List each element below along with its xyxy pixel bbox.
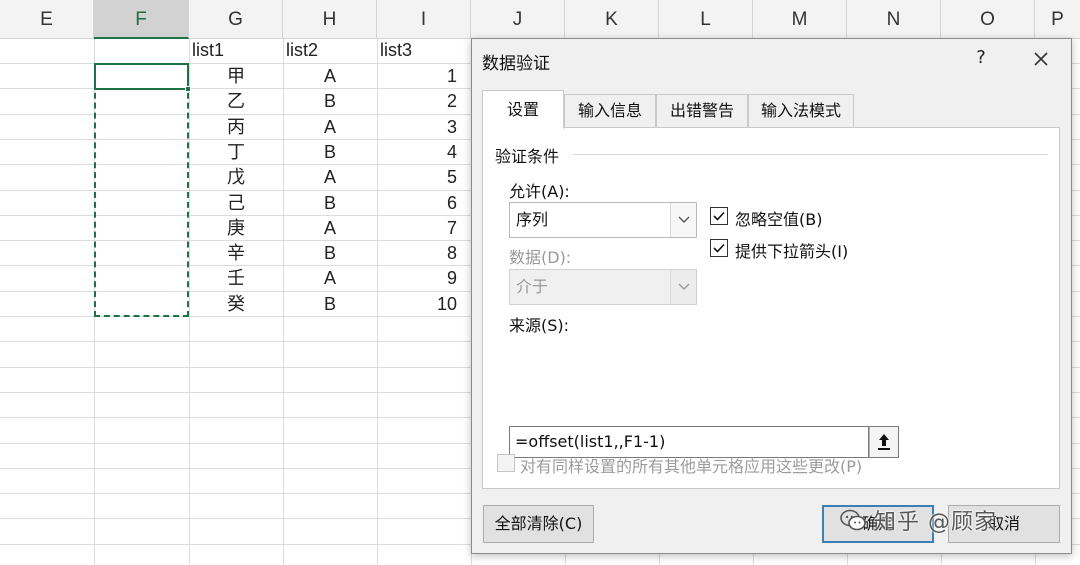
clear-all-button[interactable]: 全部清除(C) bbox=[483, 505, 594, 543]
cell-i9[interactable]: 8 bbox=[377, 241, 471, 266]
cell-g4[interactable]: 丙 bbox=[189, 115, 283, 140]
cell-g2[interactable]: 甲 bbox=[189, 64, 283, 89]
cell-g1[interactable]: list1 bbox=[189, 38, 283, 63]
close-icon[interactable] bbox=[1028, 45, 1054, 73]
column-header-i[interactable]: I bbox=[377, 0, 471, 39]
cell-h1[interactable]: list2 bbox=[283, 38, 377, 63]
in-cell-dropdown-label[interactable]: 提供下拉箭头(I) bbox=[735, 238, 848, 262]
cell-h3[interactable]: B bbox=[283, 89, 377, 114]
cell-i5[interactable]: 4 bbox=[377, 140, 471, 165]
cell-g10[interactable]: 壬 bbox=[189, 266, 283, 291]
data-dropdown: 介于 bbox=[509, 269, 697, 305]
copy-marquee bbox=[94, 63, 189, 317]
cell-i1[interactable]: list3 bbox=[377, 38, 471, 63]
dialog-title: 数据验证 bbox=[482, 54, 550, 74]
watermark: 知乎 @顾家 bbox=[838, 503, 997, 537]
allow-dropdown-value: 序列 bbox=[516, 210, 549, 229]
cell-h11[interactable]: B bbox=[283, 292, 377, 317]
chevron-down-icon[interactable] bbox=[670, 203, 696, 237]
apply-all-checkbox bbox=[497, 454, 515, 472]
cell-h7[interactable]: B bbox=[283, 191, 377, 216]
ignore-blank-checkbox[interactable] bbox=[710, 207, 728, 225]
column-header-p[interactable]: P bbox=[1035, 0, 1080, 39]
cell-i10[interactable]: 9 bbox=[377, 266, 471, 291]
cell-g11[interactable]: 癸 bbox=[189, 292, 283, 317]
cell-h6[interactable]: A bbox=[283, 165, 377, 190]
validation-criteria-title: 验证条件 bbox=[495, 143, 564, 167]
cell-g3[interactable]: 乙 bbox=[189, 89, 283, 114]
data-validation-dialog: 数据验证 ? 设置 输入信息 出错警告 输入法模式 验证条件 允许(A): 序列… bbox=[471, 38, 1072, 554]
cell-h5[interactable]: B bbox=[283, 140, 377, 165]
settings-panel: 验证条件 允许(A): 序列 忽略空值(B) 提供下拉箭头(I) 数据(D): … bbox=[482, 127, 1060, 489]
cell-g9[interactable]: 辛 bbox=[189, 241, 283, 266]
column-header-m[interactable]: M bbox=[753, 0, 847, 39]
cell-g6[interactable]: 戊 bbox=[189, 165, 283, 190]
cell-h4[interactable]: A bbox=[283, 115, 377, 140]
source-label: 来源(S): bbox=[509, 316, 570, 335]
ignore-blank-label[interactable]: 忽略空值(B) bbox=[735, 206, 822, 230]
cell-g7[interactable]: 己 bbox=[189, 191, 283, 216]
cell-g8[interactable]: 庚 bbox=[189, 216, 283, 241]
fill-handle[interactable] bbox=[185, 86, 191, 92]
tab-error-alert[interactable]: 出错警告 bbox=[656, 94, 748, 128]
cell-i8[interactable]: 7 bbox=[377, 216, 471, 241]
cell-g5[interactable]: 丁 bbox=[189, 140, 283, 165]
column-header-o[interactable]: O bbox=[941, 0, 1035, 39]
column-header-f[interactable]: F bbox=[94, 0, 189, 39]
tab-settings[interactable]: 设置 bbox=[482, 90, 564, 129]
cell-h9[interactable]: B bbox=[283, 241, 377, 266]
watermark-text: 知乎 @顾家 bbox=[874, 510, 997, 535]
cell-i3[interactable]: 2 bbox=[377, 89, 471, 114]
help-button[interactable]: ? bbox=[969, 47, 993, 73]
allow-dropdown[interactable]: 序列 bbox=[509, 202, 697, 238]
cell-h2[interactable]: A bbox=[283, 64, 377, 89]
data-label: 数据(D): bbox=[509, 248, 572, 267]
active-cell-f2[interactable] bbox=[94, 63, 191, 92]
tab-input-message[interactable]: 输入信息 bbox=[564, 94, 656, 128]
data-dropdown-value: 介于 bbox=[516, 277, 549, 296]
column-header-e[interactable]: E bbox=[0, 0, 94, 39]
cell-h8[interactable]: A bbox=[283, 216, 377, 241]
tab-ime-mode[interactable]: 输入法模式 bbox=[748, 94, 854, 128]
wechat-logo-icon bbox=[840, 509, 866, 531]
cell-i11[interactable]: 10 bbox=[377, 292, 471, 317]
column-header-h[interactable]: H bbox=[283, 0, 377, 39]
cell-i2[interactable]: 1 bbox=[377, 64, 471, 89]
column-header-row: E F G H I J K L M N O P bbox=[0, 0, 1080, 39]
collapse-dialog-icon[interactable] bbox=[869, 426, 899, 458]
cell-h10[interactable]: A bbox=[283, 266, 377, 291]
in-cell-dropdown-checkbox[interactable] bbox=[710, 239, 728, 257]
cell-i7[interactable]: 6 bbox=[377, 191, 471, 216]
chevron-down-icon bbox=[670, 270, 696, 304]
column-header-n[interactable]: N bbox=[847, 0, 941, 39]
column-header-k[interactable]: K bbox=[565, 0, 659, 39]
column-header-g[interactable]: G bbox=[189, 0, 283, 39]
allow-label: 允许(A): bbox=[509, 182, 570, 201]
cell-i6[interactable]: 5 bbox=[377, 165, 471, 190]
cell-i4[interactable]: 3 bbox=[377, 115, 471, 140]
column-header-j[interactable]: J bbox=[471, 0, 565, 39]
apply-all-label: 对有同样设置的所有其他单元格应用这些更改(P) bbox=[520, 457, 863, 476]
column-header-l[interactable]: L bbox=[659, 0, 753, 39]
group-divider bbox=[573, 154, 1048, 155]
